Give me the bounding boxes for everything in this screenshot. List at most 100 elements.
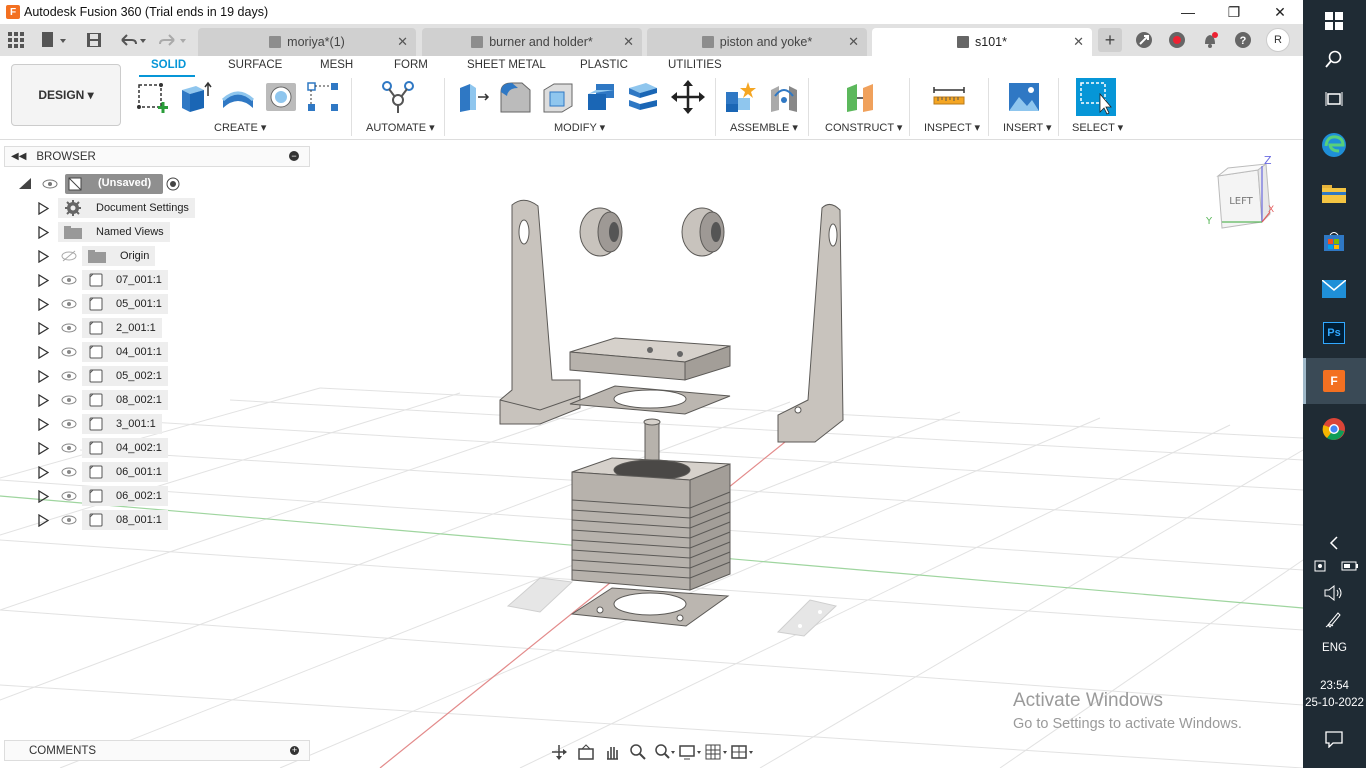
edge-browser-button[interactable]: [1319, 130, 1349, 160]
tab-mesh[interactable]: MESH: [320, 59, 353, 71]
undo-button[interactable]: [118, 30, 148, 50]
split-body-icon[interactable]: [626, 80, 660, 114]
press-pull-icon[interactable]: [456, 80, 490, 114]
eye-icon[interactable]: [61, 514, 77, 529]
fit-button[interactable]: [652, 741, 676, 763]
expand-triangle-icon[interactable]: [38, 489, 50, 506]
clock-date[interactable]: 25-10-2022: [1303, 697, 1366, 709]
create-sketch-icon[interactable]: [136, 80, 170, 114]
select-menu[interactable]: SELECT ▾: [1072, 121, 1123, 134]
browser-item-named-views[interactable]: Named Views: [0, 221, 300, 243]
browser-item-04-001-1[interactable]: 04_001:1: [0, 341, 300, 363]
browser-item-05-002-1[interactable]: 05_002:1: [0, 365, 300, 387]
modify-menu[interactable]: MODIFY ▾: [554, 121, 605, 134]
tab-moriya[interactable]: moriya*(1) ✕: [198, 28, 416, 56]
meet-now-icon[interactable]: [1313, 558, 1329, 574]
automate-menu[interactable]: AUTOMATE ▾: [366, 121, 435, 134]
insert-image-icon[interactable]: [1007, 80, 1041, 114]
piston-rod[interactable]: [643, 418, 661, 461]
gasket-top[interactable]: [569, 385, 731, 415]
eye-icon[interactable]: [61, 346, 77, 361]
tab-utilities[interactable]: UTILITIES: [668, 59, 722, 71]
bearing-left[interactable]: [579, 207, 623, 257]
browser-item-3-001-1[interactable]: 3_001:1: [0, 413, 300, 435]
mail-button[interactable]: [1319, 274, 1349, 304]
browser-item-label-box[interactable]: 07_001:1: [82, 270, 168, 290]
microsoft-store-button[interactable]: [1319, 226, 1349, 256]
activate-radio-icon[interactable]: [166, 177, 180, 191]
expand-triangle-icon[interactable]: [38, 417, 50, 434]
workspace-switcher-button[interactable]: DESIGN ▾: [11, 64, 121, 126]
expand-triangle-icon[interactable]: [38, 273, 50, 290]
minimize-button[interactable]: —: [1165, 0, 1211, 24]
eye-icon[interactable]: [61, 466, 77, 481]
task-view-button[interactable]: [1319, 84, 1349, 114]
expand-triangle-icon[interactable]: [38, 225, 50, 242]
browser-item-label-box[interactable]: 06_002:1: [82, 486, 168, 506]
expand-triangle-icon[interactable]: [38, 465, 50, 482]
inspect-menu[interactable]: INSPECT ▾: [924, 121, 980, 134]
browser-item-05-001-1[interactable]: 05_001:1: [0, 293, 300, 315]
close-tab-icon[interactable]: ✕: [623, 34, 634, 50]
browser-item-label-box[interactable]: 05_001:1: [82, 294, 168, 314]
battery-icon[interactable]: [1341, 558, 1359, 574]
eye-icon[interactable]: [61, 394, 77, 409]
expand-triangle-icon[interactable]: [38, 441, 50, 458]
expand-triangle-icon[interactable]: [38, 321, 50, 338]
browser-item-08-001-1[interactable]: 08_001:1: [0, 509, 300, 531]
assemble-menu[interactable]: ASSEMBLE ▾: [730, 121, 798, 134]
notification-center-button[interactable]: [1319, 724, 1349, 754]
select-tool-icon[interactable]: [1076, 78, 1116, 116]
gasket-bottom[interactable]: [570, 587, 730, 627]
browser-item-origin[interactable]: Origin: [0, 245, 300, 267]
start-button[interactable]: [1319, 6, 1349, 36]
pan-button[interactable]: [600, 741, 624, 763]
browser-item-label-box[interactable]: Document Settings: [58, 198, 195, 218]
chrome-button[interactable]: [1319, 414, 1349, 444]
close-tab-icon[interactable]: ✕: [848, 34, 859, 50]
photoshop-button[interactable]: Ps: [1319, 318, 1349, 348]
eye-icon[interactable]: [61, 370, 77, 385]
browser-item-label-box[interactable]: 04_002:1: [82, 438, 168, 458]
file-menu-button[interactable]: [40, 30, 66, 50]
tab-form[interactable]: FORM: [394, 59, 428, 71]
browser-item-06-002-1[interactable]: 06_002:1: [0, 485, 300, 507]
orbit-button[interactable]: [548, 741, 572, 763]
pen-workspace-button[interactable]: [1319, 604, 1349, 634]
tab-sheet-metal[interactable]: SHEET METAL: [467, 59, 546, 71]
user-avatar[interactable]: R: [1266, 28, 1290, 52]
eye-icon[interactable]: [61, 442, 77, 457]
shell-icon[interactable]: [541, 80, 575, 114]
eye-icon[interactable]: [42, 178, 58, 190]
help-button[interactable]: ?: [1231, 28, 1255, 52]
extrude-icon[interactable]: [178, 80, 212, 114]
browser-item-label-box[interactable]: Origin: [82, 246, 156, 266]
bearing-right[interactable]: [681, 207, 725, 257]
data-panel-grid-icon[interactable]: [8, 32, 24, 48]
comments-panel-header[interactable]: COMMENTS +: [4, 740, 310, 761]
browser-item-label-box[interactable]: 3_001:1: [82, 414, 162, 434]
browser-item-label-box[interactable]: 08_002:1: [82, 390, 168, 410]
close-tab-icon[interactable]: ✕: [1073, 34, 1084, 50]
save-button[interactable]: [86, 30, 102, 50]
expand-triangle-icon[interactable]: [38, 369, 50, 386]
restore-button[interactable]: ❐: [1211, 0, 1257, 24]
eye-icon[interactable]: [61, 490, 77, 505]
zoom-button[interactable]: [626, 741, 650, 763]
clock-time[interactable]: 23:54: [1303, 680, 1366, 692]
automate-icon[interactable]: [381, 80, 415, 114]
offset-plane-icon[interactable]: [843, 80, 877, 114]
finned-cylinder[interactable]: [571, 457, 731, 591]
eye-hidden-icon[interactable]: [61, 250, 77, 265]
browser-item-label-box[interactable]: 05_002:1: [82, 366, 168, 386]
bracket-right[interactable]: [777, 204, 844, 443]
new-tab-button[interactable]: +: [1098, 28, 1122, 52]
redo-button[interactable]: [158, 30, 188, 50]
collapse-browser-icon[interactable]: ◀◀: [11, 151, 26, 162]
eye-icon[interactable]: [61, 274, 77, 289]
expand-triangle-icon[interactable]: [38, 297, 50, 314]
display-settings-button[interactable]: [678, 741, 702, 763]
eye-icon[interactable]: [61, 322, 77, 337]
viewports-button[interactable]: [730, 741, 754, 763]
browser-item-08-002-1[interactable]: 08_002:1: [0, 389, 300, 411]
